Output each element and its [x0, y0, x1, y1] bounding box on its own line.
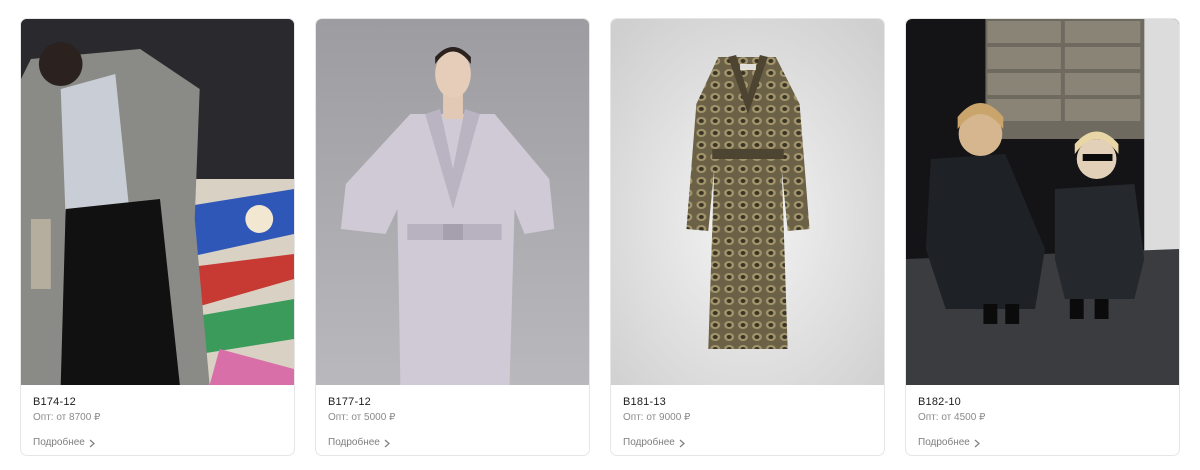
product-price: Опт: от 9000 ₽: [623, 412, 691, 423]
details-link[interactable]: Подробнее: [328, 436, 390, 450]
product-price: Опт: от 8700 ₽: [33, 412, 101, 423]
product-price: Опт: от 4500 ₽: [918, 412, 986, 423]
details-link-label: Подробнее: [328, 437, 380, 448]
details-link[interactable]: Подробнее: [623, 436, 685, 450]
product-image[interactable]: [906, 19, 1179, 385]
product-image[interactable]: [611, 19, 884, 385]
product-sku: B174-12: [33, 396, 76, 408]
chevron-right-icon: [974, 439, 980, 447]
product-image[interactable]: [316, 19, 589, 385]
details-link-label: Подробнее: [918, 437, 970, 448]
product-grid: B174-12 Опт: от 8700 ₽ Подробнее B177-12…: [20, 18, 1180, 456]
details-link[interactable]: Подробнее: [918, 436, 980, 450]
product-sku: B182-10: [918, 396, 961, 408]
chevron-right-icon: [679, 439, 685, 447]
product-card[interactable]: B174-12 Опт: от 8700 ₽ Подробнее: [20, 18, 295, 456]
product-price: Опт: от 5000 ₽: [328, 412, 396, 423]
product-card[interactable]: B182-10 Опт: от 4500 ₽ Подробнее: [905, 18, 1180, 456]
product-sku: B181-13: [623, 396, 666, 408]
details-link-label: Подробнее: [623, 437, 675, 448]
details-link[interactable]: Подробнее: [33, 436, 95, 450]
product-card[interactable]: B181-13 Опт: от 9000 ₽ Подробнее: [610, 18, 885, 456]
details-link-label: Подробнее: [33, 437, 85, 448]
product-image[interactable]: [21, 19, 294, 385]
product-card[interactable]: B177-12 Опт: от 5000 ₽ Подробнее: [315, 18, 590, 456]
chevron-right-icon: [89, 439, 95, 447]
product-sku: B177-12: [328, 396, 371, 408]
chevron-right-icon: [384, 439, 390, 447]
